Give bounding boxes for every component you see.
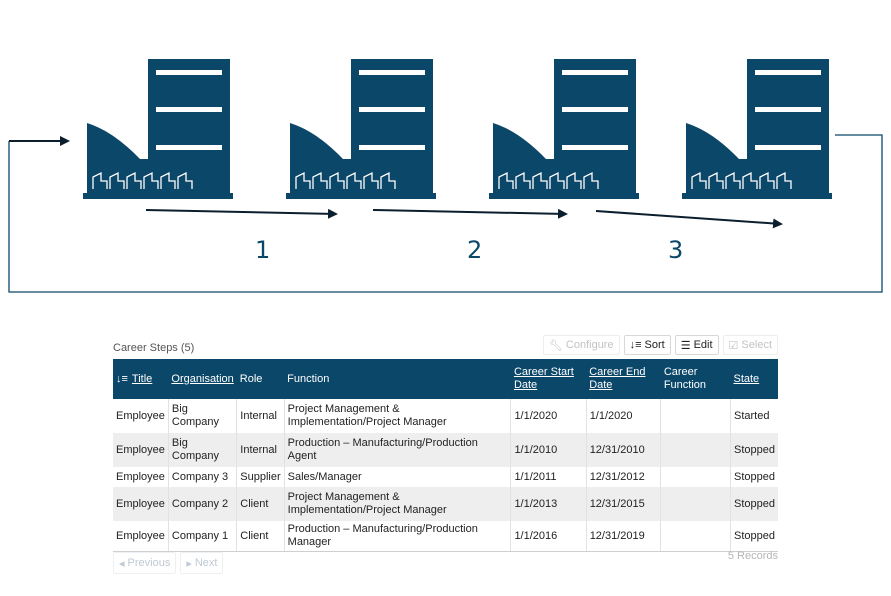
cell-career-end-date: 12/31/2019 bbox=[586, 521, 662, 552]
col-header-function: Function bbox=[284, 359, 511, 399]
sort-button[interactable]: ↓≡ Sort bbox=[623, 335, 671, 355]
col-header-organisation[interactable]: Organisation bbox=[168, 359, 237, 399]
cell-title: Employee bbox=[113, 467, 169, 487]
col-header-state[interactable]: State bbox=[730, 359, 778, 399]
cell-role: Internal bbox=[236, 399, 285, 433]
table-row[interactable]: Employee Big Company Internal Project Ma… bbox=[113, 399, 778, 433]
company-building-icon-4 bbox=[681, 58, 833, 200]
wrench-icon: 🔧︎ bbox=[548, 339, 563, 352]
cell-career-start-date: 1/1/2011 bbox=[510, 467, 587, 487]
cell-organisation: Company 3 bbox=[168, 467, 238, 487]
checkbox-icon: ☑ bbox=[728, 339, 739, 352]
cell-role: Client bbox=[236, 521, 285, 552]
cell-career-end-date: 12/31/2015 bbox=[586, 487, 662, 521]
cell-career-end-date: 12/31/2012 bbox=[586, 467, 662, 487]
next-label: Next bbox=[194, 557, 218, 569]
cell-title: Employee bbox=[113, 399, 169, 433]
cell-organisation: Company 1 bbox=[168, 521, 238, 552]
cell-state: Started bbox=[733, 409, 770, 422]
cell-title: Employee bbox=[113, 487, 169, 521]
cell-state: Stopped bbox=[730, 521, 778, 552]
table-row[interactable]: Employee Company 3 Supplier Sales/Manage… bbox=[113, 467, 778, 487]
chevron-left-icon: ◂ bbox=[119, 557, 125, 570]
cell-career-function bbox=[660, 399, 731, 433]
col-header-role: Role bbox=[236, 359, 285, 399]
cell-organisation: Big Company bbox=[168, 433, 238, 467]
table-row[interactable]: Employee Company 1 Client Production – M… bbox=[113, 521, 778, 552]
sort-icon: ↓≡ bbox=[629, 339, 642, 351]
cell-role: Supplier bbox=[236, 467, 285, 487]
cell-career-end-date: 12/31/2010 bbox=[586, 433, 662, 467]
select-button[interactable]: ☑ Select bbox=[722, 335, 778, 355]
next-page-button[interactable]: ▸ Next bbox=[180, 552, 224, 574]
sort-desc-icon: ↓≡ bbox=[116, 372, 128, 385]
company-building-icon-2 bbox=[285, 58, 437, 200]
cell-function: Production – Manufacturing/Production Ag… bbox=[284, 433, 512, 467]
previous-label: Previous bbox=[127, 557, 171, 569]
col-header-career-start-date[interactable]: Career Start Date bbox=[510, 359, 587, 399]
cell-career-start-date: 1/1/2016 bbox=[510, 521, 587, 552]
cell-career-function bbox=[660, 433, 731, 467]
cell-organisation: Company 2 bbox=[168, 487, 238, 521]
grid-toolbar: 🔧︎ Configure ↓≡ Sort ☰ Edit ☑ Select bbox=[542, 335, 778, 355]
table-header-row: ↓≡ Title Organisation Role Function Caree… bbox=[113, 359, 778, 399]
step-label-1: 1 bbox=[255, 236, 271, 264]
col-header-career-end-date[interactable]: Career End Date bbox=[586, 359, 661, 399]
cell-title: Employee bbox=[113, 521, 169, 552]
cell-career-start-date: 1/1/2010 bbox=[510, 433, 587, 467]
career-flow-diagram bbox=[8, 58, 883, 293]
step-label-2: 2 bbox=[467, 236, 483, 264]
select-label: Select bbox=[741, 339, 772, 351]
pagination: ◂ Previous ▸ Next bbox=[113, 552, 224, 574]
transition-arrow-1 bbox=[145, 208, 338, 219]
cell-title: Employee bbox=[113, 433, 169, 467]
cell-state: Stopped bbox=[730, 487, 778, 521]
company-building-icon-1 bbox=[82, 58, 234, 200]
cell-function: Production – Manufacturing/Production Ma… bbox=[284, 521, 512, 552]
cell-function: Project Management & Implementation/Proj… bbox=[284, 399, 512, 433]
cell-career-start-date: 1/1/2020 bbox=[510, 399, 587, 433]
sort-label: Sort bbox=[644, 339, 665, 351]
cell-function: Sales/Manager bbox=[284, 467, 512, 487]
cell-state: Stopped bbox=[730, 433, 778, 467]
step-label-3: 3 bbox=[668, 236, 684, 264]
company-building-icon-3 bbox=[488, 58, 640, 200]
career-steps-table: ↓≡ Title Organisation Role Function Caree… bbox=[113, 359, 778, 552]
chevron-right-icon: ▸ bbox=[186, 557, 192, 570]
table-row[interactable]: Employee Company 2 Client Project Manage… bbox=[113, 487, 778, 521]
cell-career-function bbox=[660, 521, 731, 552]
edit-button[interactable]: ☰ Edit bbox=[674, 335, 719, 355]
transition-arrow-3 bbox=[595, 210, 783, 229]
cell-organisation: Big Company bbox=[168, 399, 238, 433]
table-row[interactable]: Employee Big Company Internal Production… bbox=[113, 433, 778, 467]
cell-role: Client bbox=[236, 487, 285, 521]
cell-function: Project Management & Implementation/Proj… bbox=[284, 487, 512, 521]
record-count: 5 Records bbox=[727, 550, 778, 562]
grid-caption: Career Steps (5) bbox=[113, 342, 195, 354]
list-icon: ☰ bbox=[680, 339, 691, 352]
cell-career-end-date: 1/1/2020 bbox=[586, 399, 662, 433]
previous-page-button[interactable]: ◂ Previous bbox=[113, 552, 177, 574]
configure-button[interactable]: 🔧︎ Configure bbox=[542, 335, 620, 355]
cell-state: Stopped bbox=[733, 470, 775, 483]
col-header-title[interactable]: ↓≡ Title bbox=[113, 359, 169, 399]
transition-arrow-2 bbox=[372, 208, 568, 219]
cell-role: Internal bbox=[236, 433, 285, 467]
cell-career-function bbox=[660, 467, 731, 487]
col-header-career-function: Career Function bbox=[660, 359, 731, 399]
configure-label: Configure bbox=[565, 339, 614, 351]
edit-label: Edit bbox=[693, 339, 713, 351]
cell-career-function bbox=[660, 487, 731, 521]
cell-career-start-date: 1/1/2013 bbox=[510, 487, 587, 521]
